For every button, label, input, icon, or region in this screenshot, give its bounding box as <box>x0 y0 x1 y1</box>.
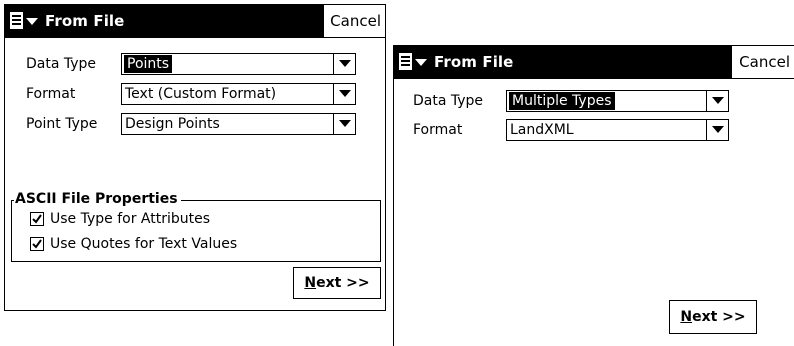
dropdown-arrow-icon[interactable] <box>706 91 728 111</box>
checkmark-icon <box>32 214 42 224</box>
data-type-row: Data Type Multiple Types <box>413 90 773 112</box>
next-label: ext >> <box>316 275 370 291</box>
ascii-file-properties-group: ASCII File Properties Use Type for Attri… <box>11 191 381 262</box>
dropdown-arrow-icon[interactable] <box>333 84 355 104</box>
dropdown-arrow-icon[interactable] <box>333 114 355 134</box>
format-label: Format <box>26 86 76 102</box>
data-type-row: Data Type Points <box>26 53 381 75</box>
checkbox-box[interactable] <box>30 212 44 226</box>
format-select[interactable]: Text (Custom Format) <box>121 83 356 105</box>
dropdown-arrow-icon[interactable] <box>706 120 728 140</box>
use-type-for-attributes-checkbox[interactable]: Use Type for Attributes <box>30 211 210 227</box>
title-bar: From File Cancel <box>394 46 794 79</box>
data-type-select[interactable]: Points <box>121 53 356 75</box>
next-mnemonic: N <box>304 275 317 291</box>
cancel-button[interactable]: Cancel <box>733 46 794 78</box>
format-value: LandXML <box>510 122 574 138</box>
window-title: From File <box>434 53 514 71</box>
checkbox-box[interactable] <box>30 237 44 251</box>
format-label: Format <box>413 122 463 138</box>
from-file-window-multiple: From File Cancel Data Type Multiple Type… <box>393 45 794 346</box>
format-row: Format Text (Custom Format) <box>26 83 381 105</box>
menu-icon <box>10 12 38 29</box>
data-type-value: Points <box>124 55 173 73</box>
format-row: Format LandXML <box>413 119 773 141</box>
next-button[interactable]: Next >> <box>669 300 757 334</box>
data-type-label: Data Type <box>26 56 97 72</box>
window-title: From File <box>45 12 125 30</box>
from-file-window-points: From File Cancel Data Type Points Format… <box>4 4 386 311</box>
menu-icon <box>399 53 427 70</box>
cancel-button[interactable]: Cancel <box>324 5 385 37</box>
point-type-select[interactable]: Design Points <box>121 113 356 135</box>
point-type-value: Design Points <box>125 116 220 132</box>
use-quotes-for-text-values-checkbox[interactable]: Use Quotes for Text Values <box>30 236 237 252</box>
window-menu-button[interactable] <box>394 46 434 78</box>
format-select[interactable]: LandXML <box>506 119 729 141</box>
title-bar-caption: From File <box>394 46 732 78</box>
checkbox-label: Use Type for Attributes <box>50 211 211 227</box>
checkbox-label: Use Quotes for Text Values <box>50 236 238 252</box>
title-bar-caption: From File <box>5 5 336 37</box>
data-type-label: Data Type <box>413 93 484 109</box>
title-bar: From File Cancel <box>5 5 385 38</box>
next-button[interactable]: Next >> <box>293 267 381 299</box>
next-mnemonic: N <box>680 309 693 325</box>
group-title: ASCII File Properties <box>14 191 181 207</box>
window-menu-button[interactable] <box>5 5 45 37</box>
point-type-row: Point Type Design Points <box>26 113 381 135</box>
dropdown-arrow-icon[interactable] <box>333 54 355 74</box>
point-type-label: Point Type <box>26 116 98 132</box>
checkmark-icon <box>32 239 42 249</box>
data-type-select[interactable]: Multiple Types <box>506 90 729 112</box>
data-type-value: Multiple Types <box>509 92 615 110</box>
next-label: ext >> <box>692 309 746 325</box>
format-value: Text (Custom Format) <box>125 86 277 102</box>
